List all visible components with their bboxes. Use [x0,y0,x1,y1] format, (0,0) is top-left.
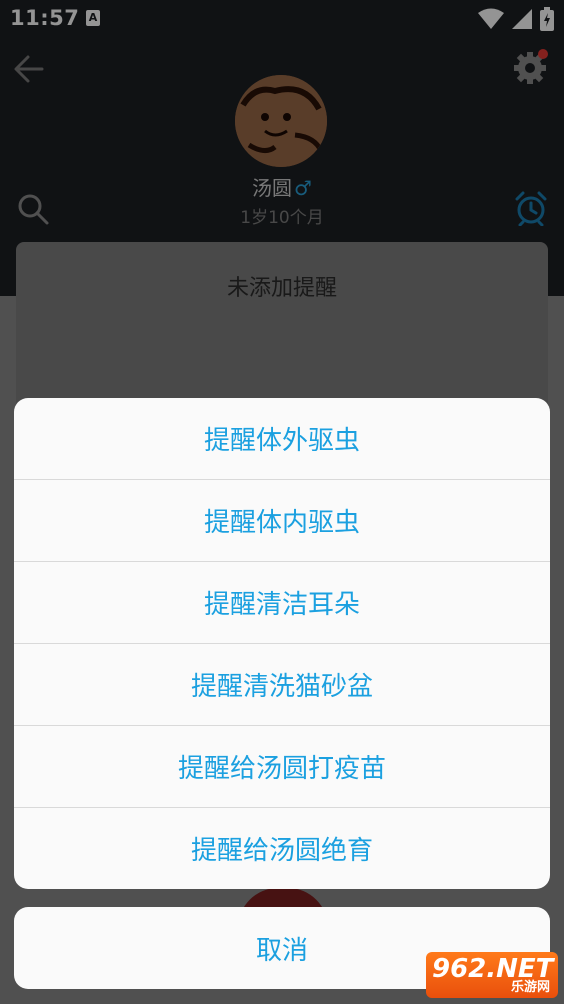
action-item-clean-ears[interactable]: 提醒清洁耳朵 [14,562,550,644]
watermark-logo: 962.NET 乐游网 [426,952,558,998]
action-item-external-deworming[interactable]: 提醒体外驱虫 [14,398,550,480]
action-item-internal-deworming[interactable]: 提醒体内驱虫 [14,480,550,562]
action-item-neuter[interactable]: 提醒给汤圆绝育 [14,808,550,889]
action-sheet: 提醒体外驱虫 提醒体内驱虫 提醒清洁耳朵 提醒清洗猫砂盆 提醒给汤圆打疫苗 提醒… [14,398,550,889]
watermark-sub-text: 乐游网 [510,980,550,995]
action-item-clean-litter-box[interactable]: 提醒清洗猫砂盆 [14,644,550,726]
action-item-vaccination[interactable]: 提醒给汤圆打疫苗 [14,726,550,808]
